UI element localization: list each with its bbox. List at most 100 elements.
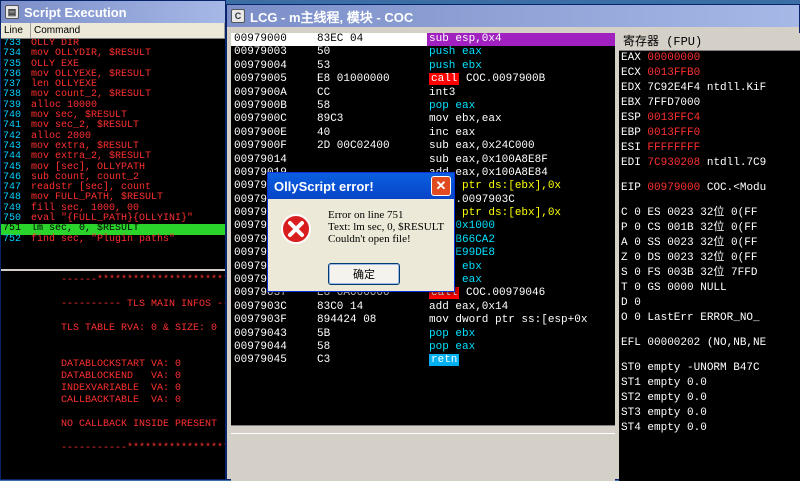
- instruction-row[interactable]: 0097900A CC int3: [231, 87, 615, 100]
- app-icon: ▤: [5, 5, 19, 19]
- column-command[interactable]: Command: [31, 23, 225, 38]
- register-row[interactable]: ST0 empty -UNORM B47C: [619, 361, 800, 376]
- register-row[interactable]: ESI FFFFFFFF: [619, 141, 800, 156]
- register-row[interactable]: O 0 LastErr ERROR_NO_: [619, 311, 800, 326]
- close-button[interactable]: ✕: [431, 176, 451, 196]
- error-icon: [281, 214, 311, 244]
- register-value: 00979000: [647, 182, 701, 194]
- register-row[interactable]: T 0 GS 0000 NULL: [619, 281, 800, 296]
- register-row[interactable]: EAX 00000000: [619, 51, 800, 66]
- info-strip: [231, 433, 615, 481]
- instruction-text: sub esp,0x4: [427, 33, 615, 47]
- instruction-row[interactable]: 00979003 50 push eax: [231, 46, 615, 59]
- register-row[interactable]: A 0 SS 0023 32位 0(FF: [619, 236, 800, 251]
- instruction-part: eax: [455, 126, 476, 139]
- register-name: ESI: [621, 142, 641, 154]
- instruction-text: pop eax: [427, 100, 615, 113]
- register-row[interactable]: ST2 empty 0.0: [619, 391, 800, 406]
- instruction-text: retn: [427, 354, 615, 367]
- ok-button[interactable]: 确定: [328, 263, 400, 285]
- instruction-part: sub: [429, 140, 456, 153]
- instruction-part: push: [429, 59, 463, 72]
- dialog-titlebar[interactable]: OllyScript error! ✕: [268, 173, 454, 199]
- instruction-part: COC.0097900B: [459, 73, 546, 86]
- instruction-row[interactable]: 0097903C 83C0 14 add eax,0x14: [231, 301, 615, 314]
- registers-list: EAX 00000000 ECX 0013FFB0 EDX 7C92E4F4 ntd…: [619, 51, 800, 436]
- log-line: TLS TABLE RVA: 0 & SIZE: 0: [61, 323, 218, 334]
- instruction-bytes: 89C3: [317, 113, 344, 126]
- instruction-part: pop: [429, 99, 456, 112]
- instruction-part: push: [429, 46, 463, 59]
- register-row[interactable]: ST1 empty 0.0: [619, 376, 800, 391]
- instruction-part: eax: [462, 46, 482, 59]
- selected-instruction-row[interactable]: 00979000 83EC 04 sub esp,0x4: [231, 33, 615, 47]
- register-row[interactable]: ECX 0013FFB0: [619, 66, 800, 81]
- instruction-row[interactable]: 00979005 E8 01000000 call COC.0097900B: [231, 73, 615, 86]
- register-row[interactable]: ESP 0013FFC4: [619, 111, 800, 126]
- instruction-row[interactable]: 00979014 sub eax,0x100A8E8F: [231, 154, 615, 167]
- instruction-address: 0097900C: [234, 113, 287, 126]
- script-window-titlebar[interactable]: ▤ Script Execution: [1, 1, 225, 23]
- instruction-text: sub eax,0x24C000: [427, 140, 615, 153]
- script-list[interactable]: 733 OLLY DIR 734 mov OLLYDIR, $RESULT 735 OLL…: [1, 39, 225, 269]
- register-text: ST3 empty 0.0: [621, 407, 707, 419]
- register-row[interactable]: EDX 7C92E4F4 ntdll.KiF: [619, 81, 800, 96]
- instruction-row[interactable]: 00979045 C3 retn: [231, 354, 615, 367]
- register-row[interactable]: C 0 ES 0023 32位 0(FF: [619, 206, 800, 221]
- log-line: NO CALLBACK INSIDE PRESENT: [61, 419, 218, 430]
- instruction-row[interactable]: 00979043 5B pop ebx: [231, 328, 615, 341]
- instruction-part: retn: [429, 354, 460, 367]
- register-row[interactable]: EDI 7C930208 ntdll.7C9: [619, 156, 800, 171]
- registers-pane[interactable]: 寄存器 (FPU) EAX 00000000 ECX 0013FFB0 EDX 7C…: [619, 33, 800, 481]
- log-line: INDEXVARIABLE VA: 0: [61, 383, 182, 394]
- instruction-bytes: E8 01000000: [317, 73, 390, 86]
- instruction-bytes: 83EC 04: [297, 33, 427, 47]
- register-comment: ntdll.7C9: [706, 157, 767, 169]
- register-row[interactable]: D 0: [619, 296, 800, 311]
- instruction-row[interactable]: 00979044 58 pop eax: [231, 341, 615, 354]
- register-row[interactable]: ST4 empty 0.0: [619, 421, 800, 436]
- register-text: A 0 SS 0023 32位 0(FF: [621, 237, 758, 249]
- register-row[interactable]: EFL 00000202 (NO,NB,NE: [619, 336, 800, 351]
- script-row[interactable]: 752 find sec, "Plugin paths": [1, 234, 225, 245]
- register-row[interactable]: EBP 0013FFF0: [619, 126, 800, 141]
- register-name: EBP: [621, 127, 641, 139]
- instruction-bytes: 83C0 14: [317, 300, 364, 313]
- instruction-row[interactable]: 0097900F 2D 00C02400 sub eax,0x24C000: [231, 140, 615, 153]
- register-row[interactable]: S 0 FS 003B 32位 7FFD: [619, 266, 800, 281]
- instruction-bytes: 58: [317, 99, 331, 112]
- horizontal-scrollbar[interactable]: [231, 425, 615, 433]
- instruction-part: mov: [429, 314, 456, 327]
- log-line: DATABLOCKSTART VA: 0: [61, 359, 182, 370]
- register-text: Z 0 DS 0023 32位 0(FF: [621, 252, 758, 264]
- instruction-row[interactable]: 0097900B 58 pop eax: [231, 100, 615, 113]
- instruction-text: XCOC.0097903C: [427, 194, 615, 207]
- log-line: CALLBACKTABLE VA: 0: [61, 395, 182, 406]
- instruction-part: inc: [429, 126, 456, 139]
- column-line[interactable]: Line: [1, 23, 31, 38]
- instruction-bytes: 50: [317, 46, 331, 59]
- registers-header[interactable]: 寄存器 (FPU): [619, 33, 800, 51]
- register-row[interactable]: EIP 00979000 COC.<Modu: [619, 181, 800, 196]
- dialog-message: Error on line 751 Text: lm sec, 0, $RESU…: [328, 209, 452, 245]
- instruction-row[interactable]: 00979004 53 push ebx: [231, 60, 615, 73]
- instruction-text: call COC.00979046: [427, 287, 615, 300]
- register-row[interactable]: Z 0 DS 0023 32位 0(FF: [619, 251, 800, 266]
- instruction-row[interactable]: 0097900C 89C3 mov ebx,eax: [231, 113, 615, 126]
- instruction-row[interactable]: 0097900E 40 inc eax: [231, 127, 615, 140]
- register-row[interactable]: ST3 empty 0.0: [619, 406, 800, 421]
- register-value: 0013FFB0: [647, 67, 701, 79]
- register-gap: [619, 171, 800, 181]
- instruction-part: eax,0x14: [455, 300, 509, 313]
- cpu-window-titlebar[interactable]: C LCG - m主线程, 模块 - COC: [227, 5, 799, 27]
- register-gap: [619, 196, 800, 206]
- instruction-row[interactable]: 0097903F 894424 08 mov dword ptr ss:[esp+0…: [231, 314, 615, 327]
- register-text: C 0 ES 0023 32位 0(FF: [621, 207, 758, 219]
- instruction-address: 00979043: [234, 327, 287, 340]
- register-row[interactable]: P 0 CS 001B 32位 0(FF: [619, 221, 800, 236]
- register-text: ST1 empty 0.0: [621, 377, 707, 389]
- register-row[interactable]: EBX 7FFD7000: [619, 96, 800, 111]
- instruction-part: dword ptr ss:[esp+0x: [455, 314, 588, 327]
